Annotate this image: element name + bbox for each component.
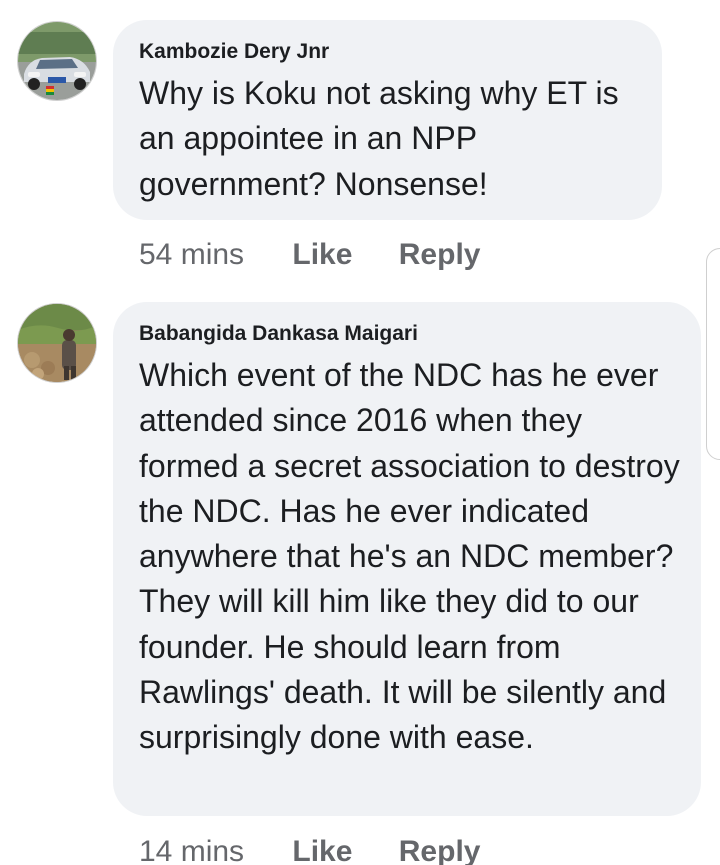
comments-thread: Kambozie Dery Jnr Why is Koku not asking… bbox=[0, 0, 720, 865]
avatar[interactable] bbox=[17, 303, 97, 383]
comment-author[interactable]: Kambozie Dery Jnr bbox=[139, 39, 642, 65]
like-button[interactable]: Like bbox=[292, 237, 352, 273]
avatar[interactable] bbox=[17, 21, 97, 101]
comment-actions: 14 mins Like Reply bbox=[139, 834, 480, 865]
side-panel-edge bbox=[706, 248, 720, 460]
comment-author[interactable]: Babangida Dankasa Maigari bbox=[139, 321, 681, 347]
comment-bubble: Babangida Dankasa Maigari Which event of… bbox=[113, 302, 701, 816]
outdoor-photo-icon bbox=[18, 304, 96, 382]
car-photo-icon bbox=[18, 22, 96, 100]
like-button[interactable]: Like bbox=[292, 834, 352, 865]
comment-timestamp[interactable]: 14 mins bbox=[139, 834, 244, 865]
reply-button[interactable]: Reply bbox=[399, 237, 481, 273]
reply-button[interactable]: Reply bbox=[399, 834, 481, 865]
comment-timestamp[interactable]: 54 mins bbox=[139, 237, 244, 273]
comment-actions: 54 mins Like Reply bbox=[139, 237, 480, 273]
comment-text: Which event of the NDC has he ever atten… bbox=[139, 357, 680, 756]
comment-text: Why is Koku not asking why ET is an appo… bbox=[139, 75, 619, 202]
comment-bubble: Kambozie Dery Jnr Why is Koku not asking… bbox=[113, 20, 662, 220]
